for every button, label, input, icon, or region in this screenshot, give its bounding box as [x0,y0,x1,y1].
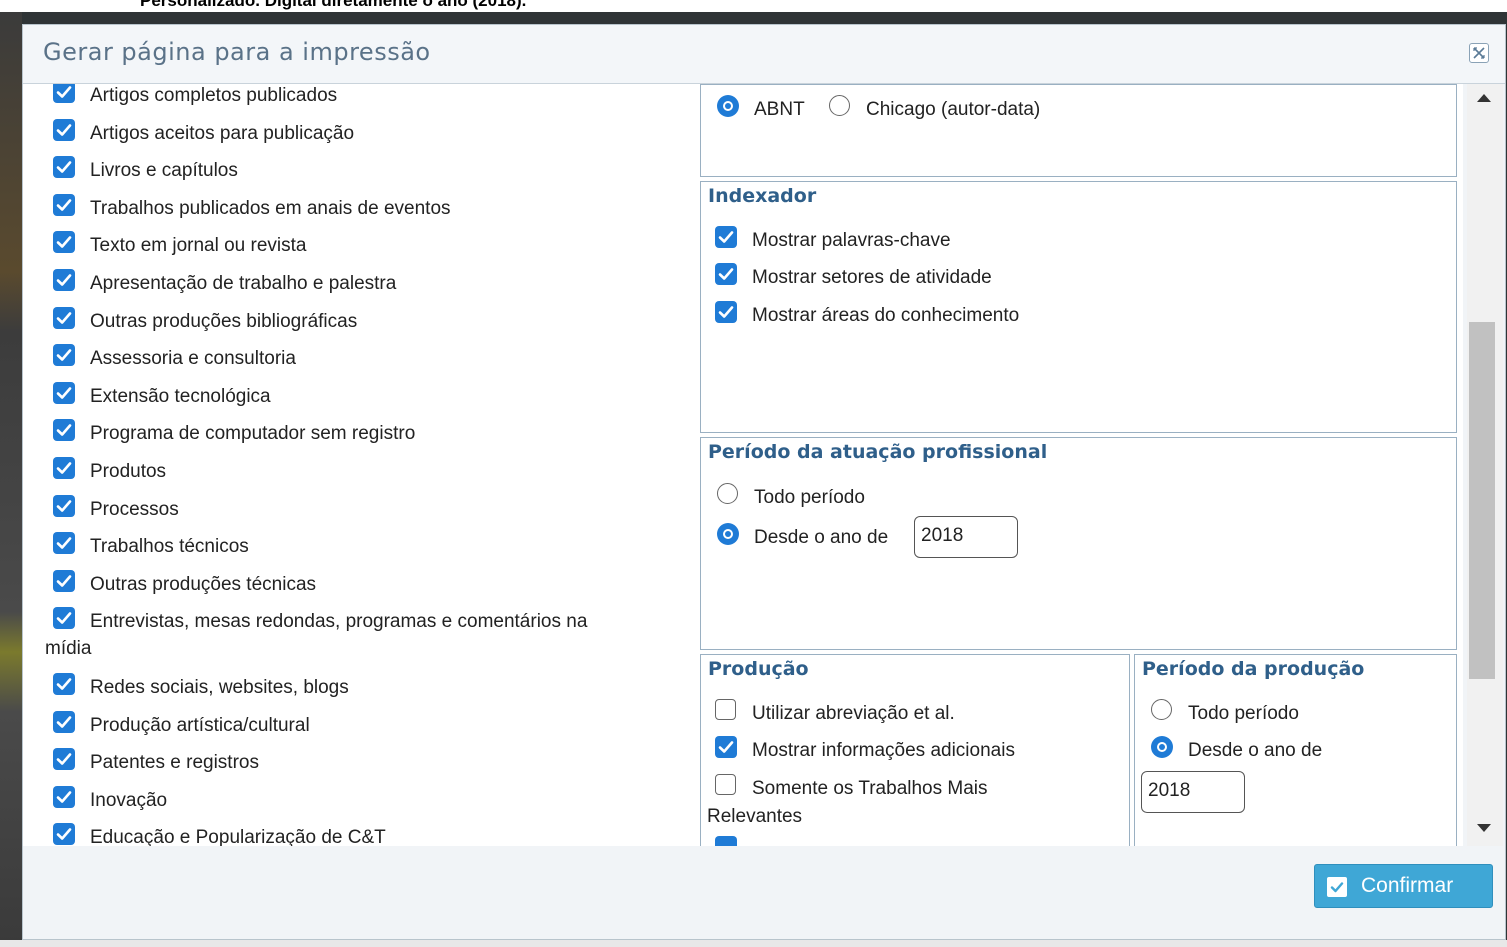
checkbox-checked-icon [715,736,737,758]
radio-chicago-label: Chicago (autor-data) [866,99,1041,120]
checkbox-label: Utilizar abreviação et al. [752,703,955,724]
checkbox-unchecked-icon [715,699,736,720]
indexador-panel: Indexador Mostrar palavras-chave Mostrar… [700,181,1457,433]
checkbox-label: Somente os Trabalhos Mais [752,778,988,799]
dialog-footer: Confirmar [23,846,1505,939]
background-page [0,12,22,947]
close-icon [1473,47,1485,59]
checkbox-checked-icon [53,269,75,291]
checkbox-label-continuation: mídia [45,638,92,660]
checkbox-checked-icon [53,344,75,367]
dialog-titlebar: Gerar página para a impressão [23,25,1505,84]
checkbox-label: Processos [90,498,179,520]
radio-abnt-label: ABNT [754,99,805,120]
print-dialog: Gerar página para a impressão Artigos co… [22,24,1506,940]
background-page-bottom [0,940,1507,947]
checkbox-label: Mostrar informações adicionais [752,740,1015,761]
checkbox-label: Inovação [90,789,168,811]
checkbox-checked-icon [53,231,75,254]
checkmark-icon [1327,877,1347,897]
checkbox-label: Outras produções bibliográficas [90,310,358,332]
checkbox-label: Entrevistas, mesas redondas, programas e… [90,611,588,633]
producao-title: Produção [708,658,809,680]
scroll-down-arrow-icon[interactable] [1477,824,1491,832]
checkbox-label: Patentes e registros [90,752,259,774]
radio-selected-icon [717,523,739,545]
checkbox-checked-icon [715,226,737,248]
radio-label: Todo período [754,487,865,508]
scrollbar-thumb[interactable] [1469,322,1495,679]
production-types-list: Artigos completos publicados Artigos acei… [23,84,695,846]
checkbox-label: Trabalhos técnicos [90,536,249,558]
radio-selected-icon [717,95,739,117]
checkbox-checked-icon [53,823,75,846]
confirm-button[interactable]: Confirmar [1314,864,1493,908]
checkbox-label: Livros e capítulos [90,160,238,182]
checkbox-label: Programa de computador sem registro [90,423,416,445]
checkbox-checked-icon [53,672,75,695]
checkbox-checked-icon [53,785,75,808]
periodo-atuacao-panel: Período da atuação profissional Todo per… [700,437,1457,650]
radio-label: Todo período [1188,703,1299,724]
checkbox-label: Mostrar palavras-chave [752,230,951,251]
checkbox-checked-icon [53,84,75,103]
checkbox-checked-icon [53,532,75,555]
checkbox-label: Apresentação de trabalho e palestra [90,273,397,294]
vertical-scrollbar[interactable] [1467,84,1503,846]
checkbox-label: Outras produções técnicas [90,573,317,595]
dialog-title: Gerar página para a impressão [43,38,431,66]
radio-unselected-icon [1151,699,1172,720]
periodo-producao-panel: Período da produção Todo período Desde o… [1134,654,1457,846]
checkbox-label: Extensão tecnológica [90,385,271,407]
checkbox-checked-icon [53,306,75,329]
radio-label: Desde o ano de [754,527,889,548]
indexador-title: Indexador [708,185,817,207]
producao-panel: Produção Utilizar abreviação et al. Most… [700,654,1130,846]
checkbox-checked-icon [53,457,75,479]
radio-unselected-icon [717,483,738,504]
year-input-producao[interactable]: 2018 [1141,771,1245,813]
background-text: Personalizado. Digital diretamente o ano… [140,0,527,10]
checkbox-checked-icon [53,710,75,733]
checkbox-label: Educação e Popularização de C&T [90,827,386,846]
checkbox-checked-icon [53,569,75,592]
checkbox-label: Mostrar setores de atividade [752,267,992,288]
checkbox-checked-icon [53,419,75,442]
checkbox-label: Trabalhos publicados em anais de eventos [90,197,451,219]
checkbox-checked-icon [53,381,75,404]
checkbox-checked-icon [53,607,75,630]
radio-selected-icon [1151,736,1173,758]
checkbox-label: Texto em jornal ou revista [90,235,307,257]
background-page-header: Personalizado. Digital diretamente o ano… [0,0,1507,12]
radio-label: Desde o ano de [1188,740,1323,761]
periodo-producao-title: Período da produção [1142,658,1365,680]
confirm-button-label: Confirmar [1361,874,1454,897]
checkbox-label: Assessoria e consultoria [90,348,296,370]
checkbox-checked-icon [715,301,737,323]
checkbox-label: Artigos completos publicados [90,85,338,106]
radio-unselected-icon [829,95,850,116]
checkbox-partial-icon[interactable] [715,836,737,846]
checkbox-label: Produção artística/cultural [90,714,310,736]
year-input-atuacao[interactable]: 2018 [914,516,1018,558]
checkbox-checked-icon [53,748,75,771]
checkbox-label: Produtos [90,461,167,482]
checkbox-checked-icon [53,118,75,141]
checkbox-checked-icon [53,193,75,216]
dialog-content: Artigos completos publicados Artigos acei… [23,84,1463,846]
checkbox-label: Mostrar áreas do conhecimento [752,305,1020,326]
checkbox-label: Artigos aceitos para publicação [90,122,355,144]
checkbox-checked-icon [53,156,75,179]
checkbox-checked-icon [715,263,737,285]
citation-style-panel: ABNT Chicago (autor-data) [700,84,1457,177]
checkbox-label: Redes sociais, websites, blogs [90,676,349,698]
checkbox-unchecked-icon [715,774,736,795]
checkbox-label-continuation: Relevantes [707,806,803,827]
periodo-atuacao-title: Período da atuação profissional [708,441,1048,463]
checkbox-checked-icon [53,494,75,517]
scroll-up-arrow-icon[interactable] [1477,94,1491,102]
close-button[interactable] [1469,43,1489,63]
